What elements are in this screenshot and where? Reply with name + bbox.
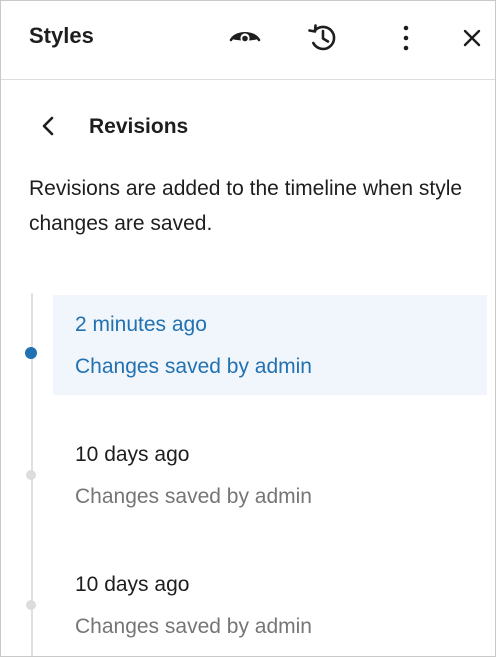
revision-item[interactable]: 2 minutes ago Changes saved by admin (53, 295, 487, 395)
navigator-row: Revisions (1, 105, 495, 145)
revision-item[interactable]: 10 days ago Changes saved by admin (53, 555, 487, 655)
panel-header: Styles (1, 1, 495, 80)
panel-title: Styles (29, 23, 94, 48)
revisions-heading: Revisions (89, 115, 189, 138)
revision-author: Changes saved by admin (75, 485, 312, 508)
eye-icon[interactable] (228, 21, 262, 55)
more-vertical-icon[interactable] (389, 21, 423, 55)
back-button[interactable] (33, 111, 63, 141)
history-icon[interactable] (306, 21, 340, 55)
timeline-dot-active (25, 347, 37, 359)
revisions-description: Revisions are added to the timeline when… (29, 177, 463, 235)
timeline-dot (26, 470, 36, 480)
styles-panel: Styles Revisions Revisions are added to … (0, 0, 496, 657)
revision-author: Changes saved by admin (75, 615, 312, 638)
revision-item[interactable]: 10 days ago Changes saved by admin (53, 425, 487, 525)
close-icon[interactable] (455, 21, 489, 55)
revision-date: 10 days ago (75, 573, 190, 596)
revision-date: 10 days ago (75, 443, 190, 466)
chevron-left-icon (42, 116, 54, 136)
revision-author: Changes saved by admin (75, 355, 312, 378)
revision-date: 2 minutes ago (75, 313, 207, 336)
timeline-dot (26, 600, 36, 610)
